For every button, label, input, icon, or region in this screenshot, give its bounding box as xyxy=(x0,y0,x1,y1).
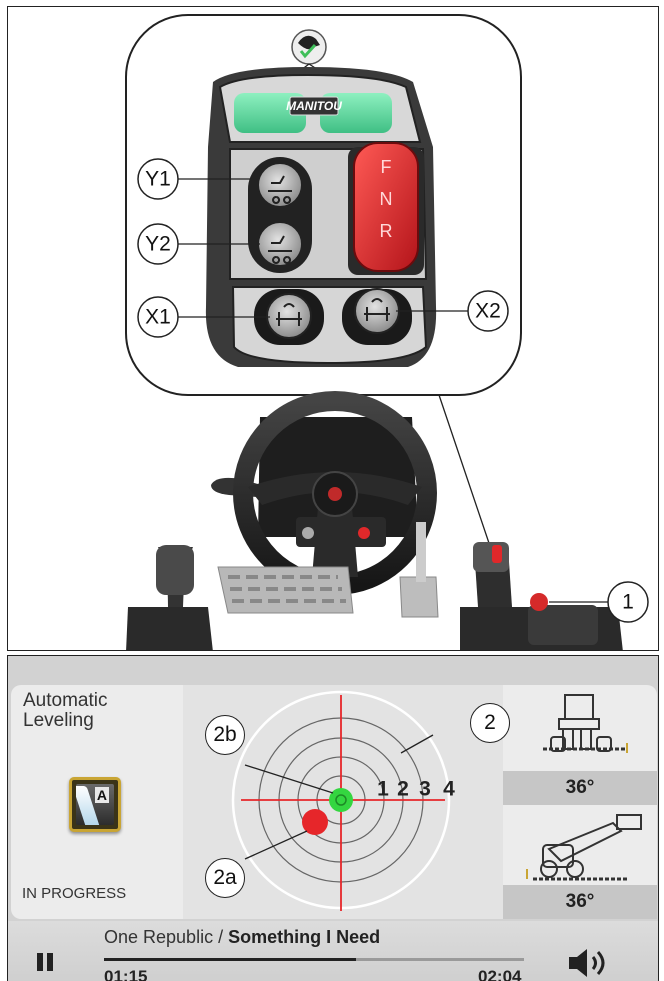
frame-angle-value: 36° xyxy=(503,771,657,805)
angle-panel: 36° 36° xyxy=(503,685,657,919)
callout-2: 2 xyxy=(470,703,510,743)
brand-label: MANITOU xyxy=(286,99,342,113)
display-screen: Automatic Leveling A IN PROGRESS 1 2 3 4… xyxy=(7,655,659,981)
shuttle-f: F xyxy=(381,157,392,177)
mode-title: Automatic Leveling xyxy=(23,690,108,731)
callout-y1: Y1 xyxy=(137,158,179,200)
track-progress-bar[interactable] xyxy=(104,958,524,961)
ring-label-4: 4 xyxy=(443,778,455,801)
callout-x2: X2 xyxy=(467,290,509,332)
callout-2a: 2a xyxy=(205,858,245,898)
callout-y2: Y2 xyxy=(137,223,179,265)
svg-text:Y1: Y1 xyxy=(145,168,171,191)
track-artist: One Republic / xyxy=(104,927,229,947)
media-player: One Republic / Something I Need 01:15 02… xyxy=(8,921,658,981)
boom-angle-value: 36° xyxy=(503,885,657,919)
callout-2b: 2b xyxy=(205,715,245,755)
zoom-leader-line xyxy=(437,391,493,553)
ring-label-2: 2 xyxy=(397,778,409,801)
frame-tilt-icon xyxy=(543,694,628,753)
cab-controls-figure: MANITOU F N R Y1 Y2 X1 X2 1 xyxy=(7,6,659,651)
svg-text:Y2: Y2 xyxy=(145,233,171,256)
volume-icon[interactable] xyxy=(565,945,615,981)
leveling-status-icon xyxy=(291,29,327,65)
total-time: 02:04 xyxy=(478,967,522,981)
mode-status: IN PROGRESS xyxy=(22,885,127,902)
left-joystick xyxy=(126,545,213,650)
auto-leveling-button[interactable]: A xyxy=(69,777,121,832)
emergency-stop-button[interactable] xyxy=(530,593,548,611)
button-x2[interactable] xyxy=(354,288,400,334)
shuttle-n: N xyxy=(380,189,393,209)
pause-icon[interactable] xyxy=(37,953,53,971)
mode-panel: Automatic Leveling A IN PROGRESS xyxy=(11,685,183,919)
ring-label-3: 3 xyxy=(419,778,431,801)
svg-text:1: 1 xyxy=(622,591,634,614)
boom-tilt-icon xyxy=(526,814,642,881)
target-green-marker xyxy=(329,788,353,812)
track-progress-fill xyxy=(104,958,356,961)
callout-1: 1 xyxy=(607,581,649,623)
cab-illustration: MANITOU F N R Y1 Y2 X1 X2 1 xyxy=(125,14,649,650)
button-x1[interactable] xyxy=(266,293,312,339)
right-joystick xyxy=(460,542,623,650)
shuttle-r: R xyxy=(380,221,393,241)
svg-text:X2: X2 xyxy=(475,300,501,323)
svg-text:X1: X1 xyxy=(145,306,171,329)
track-info: One Republic / Something I Need xyxy=(104,927,380,948)
callout-x1: X1 xyxy=(137,296,179,338)
current-time: 01:15 xyxy=(104,967,148,981)
ring-label-1: 1 xyxy=(377,778,389,801)
joystick-head: MANITOU F N R xyxy=(205,67,437,367)
mode-button-letter: A xyxy=(94,787,109,803)
track-title: Something I Need xyxy=(228,927,381,947)
